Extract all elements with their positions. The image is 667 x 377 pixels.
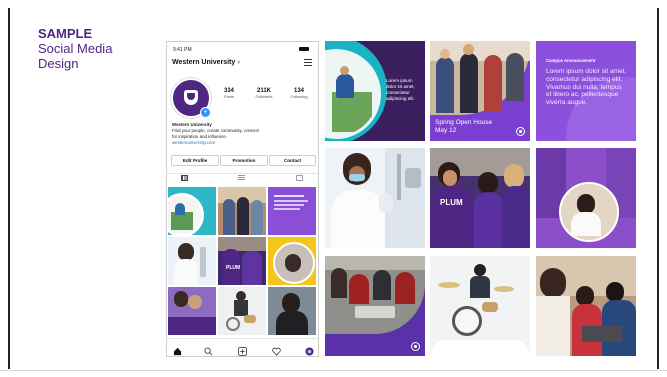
grid-post[interactable] bbox=[168, 237, 216, 285]
grid-post[interactable] bbox=[168, 287, 216, 335]
subtitle-line-1: Social Media bbox=[38, 40, 113, 56]
page-heading: SAMPLE Social Media Design bbox=[38, 26, 113, 72]
grid-post[interactable] bbox=[268, 237, 316, 285]
tile-body-text: Lorem ipsum dolor sit amet, consectetur … bbox=[386, 78, 415, 101]
status-time: 9:41 PM bbox=[173, 47, 192, 53]
username-text: Western University bbox=[172, 59, 236, 66]
grid-icon[interactable] bbox=[181, 175, 188, 181]
add-icon[interactable] bbox=[238, 343, 247, 356]
stat-posts[interactable]: 334 Posts bbox=[214, 88, 244, 99]
stat-following[interactable]: 134 Following bbox=[284, 88, 314, 99]
grid-post[interactable]: PLUM bbox=[218, 237, 266, 285]
stat-followers[interactable]: 211K Followers bbox=[249, 88, 279, 99]
grid-post[interactable] bbox=[218, 287, 266, 335]
search-icon[interactable] bbox=[204, 343, 213, 356]
home-icon[interactable] bbox=[173, 343, 182, 356]
following-label: Following bbox=[290, 94, 308, 99]
battery-icon bbox=[299, 47, 309, 51]
sample-label: SAMPLE bbox=[38, 26, 93, 41]
post-tile-students[interactable] bbox=[536, 256, 636, 356]
grid-post[interactable] bbox=[218, 187, 266, 235]
post-tile-announcement[interactable]: Campus Announcement Lorem ipsum dolor si… bbox=[536, 41, 636, 141]
grid-post[interactable] bbox=[168, 187, 216, 235]
grid-post[interactable] bbox=[268, 187, 316, 235]
avatar[interactable]: + bbox=[171, 78, 211, 118]
hamburger-menu-icon[interactable] bbox=[304, 59, 312, 68]
bio-link[interactable]: westernuniversity.com bbox=[172, 140, 314, 146]
phone-mockup: 9:41 PM Western University ˅ + 334 Posts… bbox=[166, 41, 319, 357]
crest-badge-icon bbox=[411, 342, 420, 351]
jersey-text: PLUM bbox=[440, 198, 463, 207]
crest-badge-icon bbox=[516, 127, 525, 136]
followers-label: Followers bbox=[255, 94, 273, 99]
profile-username[interactable]: Western University ˅ bbox=[172, 59, 240, 66]
chevron-down-icon: ˅ bbox=[237, 60, 241, 66]
promotion-button[interactable]: Promotion bbox=[220, 155, 268, 166]
list-icon[interactable] bbox=[238, 175, 245, 181]
profile-icon[interactable] bbox=[305, 343, 314, 356]
post-tile-drummer[interactable] bbox=[430, 256, 530, 356]
post-tile-open-house[interactable]: Spring Open House May 12 bbox=[430, 41, 530, 141]
post-tile-classroom[interactable] bbox=[325, 256, 425, 356]
grid-post[interactable] bbox=[268, 287, 316, 335]
post-tile-lab[interactable] bbox=[325, 148, 425, 248]
subtitle-line-2: Design bbox=[38, 55, 79, 71]
jersey-text: PLUM bbox=[226, 265, 241, 271]
crest-logo-icon bbox=[184, 90, 198, 105]
heart-icon[interactable] bbox=[272, 343, 281, 356]
contact-button[interactable]: Contact bbox=[269, 155, 316, 166]
divider bbox=[0, 370, 667, 371]
post-tile-autumn[interactable] bbox=[536, 148, 636, 248]
announcement-body: Lorem ipsum dolor sit amet, consectetur … bbox=[546, 68, 627, 107]
posts-label: Posts bbox=[223, 94, 234, 99]
announcement-title: Campus Announcement bbox=[546, 58, 596, 63]
post-tile-team[interactable]: PLUM bbox=[430, 148, 530, 248]
open-house-date: May 12 bbox=[435, 127, 457, 134]
tagged-icon[interactable] bbox=[296, 175, 303, 181]
edit-profile-button[interactable]: Edit Profile bbox=[171, 155, 219, 166]
profile-bio: Western University Find your people, cre… bbox=[172, 122, 314, 146]
add-story-icon[interactable]: + bbox=[200, 107, 211, 118]
post-tile-bird-watching[interactable]: Lorem ipsum dolor sit amet, consectetur … bbox=[325, 41, 425, 141]
